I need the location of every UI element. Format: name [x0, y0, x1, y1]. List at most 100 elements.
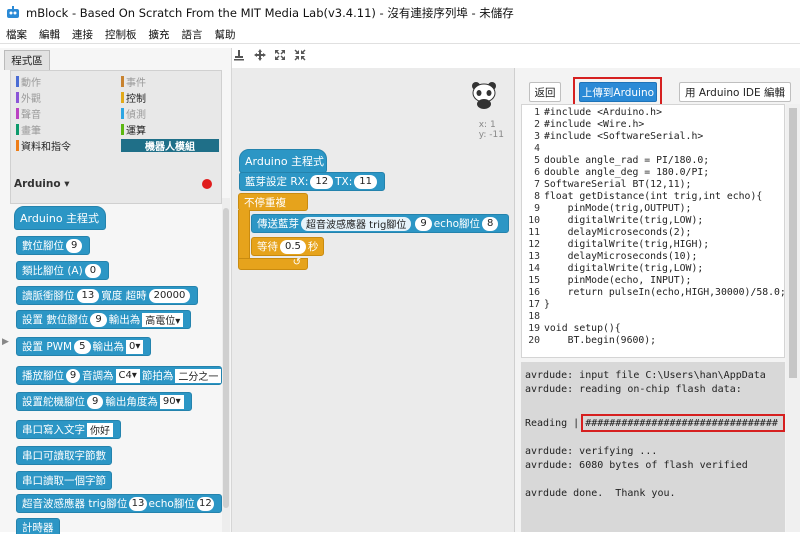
block-input[interactable]: 20000: [148, 288, 191, 303]
block-input[interactable]: 0: [84, 263, 102, 278]
block-read-pulse[interactable]: 讀脈衝腳位 13 寬度 超時 20000: [16, 286, 199, 305]
line-text: double angle_rad = PI/180.0;: [544, 155, 710, 166]
script-arduino-main[interactable]: Arduino 主程式: [239, 149, 327, 173]
category-label: 事件: [126, 78, 146, 89]
line-text: pinMode(trig,OUTPUT);: [544, 203, 692, 214]
menu-boards[interactable]: 控制板: [105, 27, 137, 42]
menu-connect[interactable]: 連接: [72, 27, 93, 42]
block-serial-available[interactable]: 串口可讀取字節數: [16, 446, 112, 465]
line-text: return pulseIn(echo,HIGH,30000)/58.0;: [544, 287, 785, 298]
menu-extensions[interactable]: 擴充: [149, 27, 170, 42]
category-label: 資料和指令: [21, 142, 71, 153]
block-input[interactable]: 13: [129, 496, 147, 511]
tab-scripts[interactable]: 程式區: [4, 50, 50, 70]
category-swatch: [16, 124, 19, 135]
block-input[interactable]: 5: [74, 339, 91, 354]
line-text: SoftwareSerial BT(12,11);: [544, 179, 692, 190]
block-input[interactable]: 8: [482, 216, 499, 231]
script-bluetooth-setup[interactable]: 藍芽設定 RX: 12 TX: 11: [239, 172, 385, 191]
block-input[interactable]: 9: [66, 368, 80, 383]
category-motion[interactable]: 動作: [16, 75, 114, 89]
block-dropdown[interactable]: C4▾: [115, 368, 140, 383]
line-number: 14: [528, 263, 540, 274]
category-swatch: [16, 108, 19, 119]
block-input[interactable]: 9: [415, 216, 432, 231]
category-looks[interactable]: 外觀: [16, 91, 114, 105]
shrink-icon[interactable]: [293, 48, 307, 62]
block-set-servo[interactable]: 設置舵機腳位 9 輸出角度為 90▾: [16, 392, 192, 411]
block-input[interactable]: 9: [66, 238, 83, 253]
block-dropdown[interactable]: 二分之一: [175, 368, 221, 383]
block-text: 串口寫入文字: [22, 424, 85, 436]
block-input[interactable]: 9: [87, 394, 104, 409]
line-number: 11: [528, 227, 540, 238]
block-text: 音調為: [82, 370, 114, 382]
block-ultrasonic[interactable]: 超音波感應器 trig腳位 13 echo腳位 12: [16, 494, 222, 513]
block-text: 等待: [257, 241, 278, 253]
script-area[interactable]: x: 1 y: -11: [232, 68, 514, 532]
menu-file[interactable]: 檔案: [6, 27, 27, 42]
block-text: 輸出角度為: [105, 396, 158, 408]
category-operators[interactable]: 運算: [121, 123, 219, 137]
block-text: echo腳位: [433, 218, 481, 230]
block-reporter[interactable]: 超音波感應器 trig腳位: [301, 216, 412, 231]
category-label: 畫筆: [21, 126, 41, 137]
block-dropdown[interactable]: 90▾: [159, 394, 184, 409]
script-send-bluetooth[interactable]: 傳送藍芽 超音波感應器 trig腳位 9 echo腳位 8: [251, 214, 509, 233]
block-dropdown[interactable]: 高電位▾: [142, 312, 184, 327]
stamp-icon[interactable]: [232, 48, 246, 62]
category-swatch: [16, 92, 19, 103]
block-text: 設置 PWM: [22, 341, 73, 353]
back-button[interactable]: 返回: [529, 82, 561, 102]
script-wait[interactable]: 等待 0.5 秒: [251, 237, 325, 256]
category-control[interactable]: 控制: [121, 91, 219, 105]
category-swatch: [16, 140, 19, 151]
block-play-tone[interactable]: 播放腳位 9 音調為 C4▾ 節拍為 二分之一: [16, 366, 222, 385]
code-editor[interactable]: 1 #include <Arduino.h> 2 #include <Wire.h>…: [521, 104, 785, 358]
forever-header[interactable]: 不停重複: [238, 193, 308, 211]
block-input[interactable]: 13: [76, 288, 100, 303]
block-dropdown[interactable]: 0▾: [126, 339, 144, 354]
menu-language[interactable]: 語言: [182, 27, 203, 42]
category-sensing[interactable]: 偵測: [121, 107, 219, 121]
block-input[interactable]: 你好: [87, 422, 113, 437]
block-input[interactable]: 11: [354, 174, 377, 189]
scrollbar-thumb[interactable]: [789, 108, 797, 378]
category-pen[interactable]: 畫筆: [16, 123, 114, 137]
line-number: 17: [528, 299, 540, 310]
line-text: double angle_deg = 180.0/PI;: [544, 167, 710, 178]
edit-with-arduino-ide-button[interactable]: 用 Arduino IDE 編輯: [679, 82, 791, 102]
menu-help[interactable]: 幫助: [215, 27, 236, 42]
category-sound[interactable]: 聲音: [16, 107, 114, 121]
palette-scrollbar[interactable]: [222, 198, 230, 532]
block-analog-read[interactable]: 類比腳位 (A) 0: [16, 261, 110, 280]
panda-sprite-icon: [470, 80, 498, 110]
line-text: pinMode(echo, INPUT);: [544, 275, 692, 286]
sprite-coordinates: x: 1 y: -11: [479, 120, 504, 140]
block-set-pwm[interactable]: 設置 PWM 5 輸出為 0▾: [16, 337, 152, 356]
block-serial-write[interactable]: 串口寫入文字 你好: [16, 420, 121, 439]
category-swatch: [121, 76, 124, 87]
move-icon[interactable]: [253, 48, 267, 62]
console-line: avrdude done. Thank you.: [525, 488, 676, 499]
block-input[interactable]: 12: [196, 496, 214, 511]
block-serial-read[interactable]: 串口讀取一個字節: [16, 471, 112, 490]
block-digital-read[interactable]: 數位腳位 9: [16, 236, 91, 255]
block-input[interactable]: 12: [310, 174, 334, 189]
menu-edit[interactable]: 編輯: [39, 27, 60, 42]
category-robots[interactable]: 機器人模組: [121, 139, 219, 153]
block-input[interactable]: 0.5: [280, 239, 306, 254]
block-set-digital[interactable]: 設置 數位腳位 9 輸出為 高電位▾: [16, 310, 192, 329]
category-label: 偵測: [126, 110, 146, 121]
grow-icon[interactable]: [273, 48, 287, 62]
code-scrollbar[interactable]: [786, 104, 800, 532]
highlight-box: [581, 414, 785, 432]
category-data[interactable]: 資料和指令: [16, 139, 114, 153]
block-text: 傳送藍芽: [257, 218, 299, 230]
collapse-arrow-icon[interactable]: ▶: [2, 337, 9, 347]
arduino-extension-header[interactable]: Arduino ▾: [14, 178, 70, 190]
scrollbar-thumb[interactable]: [223, 208, 229, 508]
category-events[interactable]: 事件: [121, 75, 219, 89]
block-arduino-main[interactable]: Arduino 主程式: [14, 206, 106, 230]
block-input[interactable]: 9: [90, 312, 107, 327]
